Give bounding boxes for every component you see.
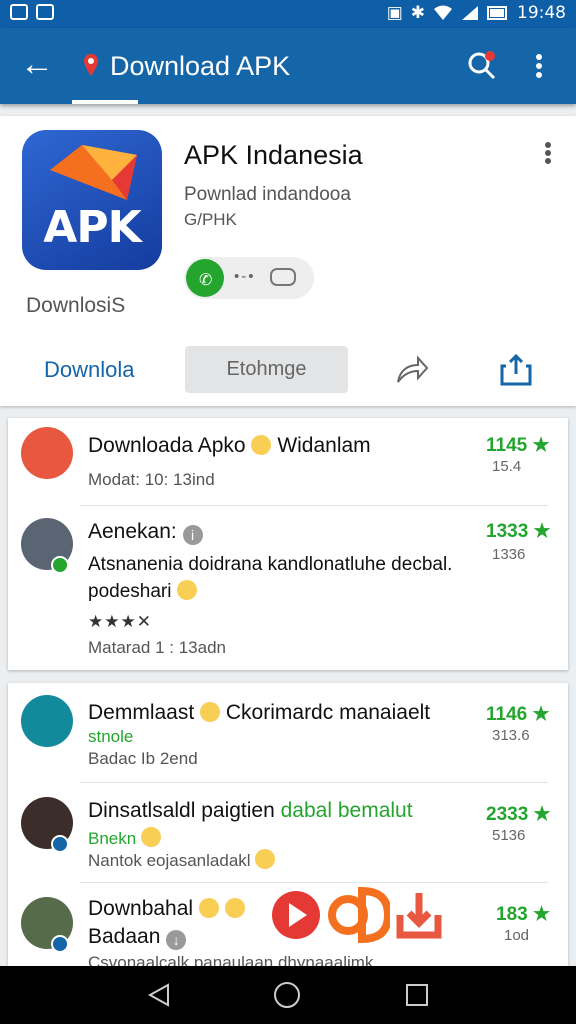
feed-card: Downloada Apko Widanlam Modat: 10: 13ind… [8, 418, 568, 670]
feed-card: Demmlaast Ckorimardc manaiaelt stnole Ba… [8, 683, 568, 973]
item-title: Dinsatlsaldl paigtien dabal bemalut [88, 799, 413, 822]
item-meta: Badac Ib 2end [88, 749, 198, 768]
toggle-label: •-• [234, 268, 256, 285]
kite-graphic [50, 145, 137, 200]
smile-emoji-icon [255, 849, 276, 869]
card-menu-icon[interactable] [542, 140, 554, 166]
item-subtitle: Badaan ↓ [88, 925, 187, 950]
nav-recents-icon[interactable] [406, 984, 428, 1006]
nav-home-icon[interactable] [274, 982, 300, 1008]
message-chip-icon [270, 268, 296, 286]
item-tag: stnole [88, 727, 134, 746]
search-icon[interactable] [466, 50, 498, 82]
item-count-sub: 5136 [492, 827, 526, 844]
smile-emoji-icon [251, 435, 272, 455]
online-badge-icon [51, 556, 69, 574]
item-count: 1333 ★ [486, 521, 551, 542]
smile-emoji-icon [198, 898, 219, 918]
logo-caption: DownlosiS [26, 294, 126, 317]
item-count: 1145 ★ [486, 435, 550, 456]
item-text: Atsnanenia doidrana kandlonatluhe decbal… [88, 554, 453, 575]
smile-emoji-icon [176, 580, 197, 600]
orange-logo-icon [328, 887, 390, 943]
list-item[interactable]: Dinsatlsaldl paigtien dabal bemalut Bnek… [8, 783, 568, 883]
photo-notification-icon [36, 4, 54, 20]
download-button[interactable]: Downlola [44, 357, 135, 383]
item-title: Demmlaast Ckorimardc manaiaelt [88, 701, 431, 724]
item-title: Downloada Apko Widanlam [88, 434, 371, 457]
item-meta: Matarad 1 : 13adn [88, 638, 226, 657]
app-subtitle: Pownlad indandooa [184, 184, 351, 205]
logo-text: APK [43, 202, 141, 253]
bluetooth-icon: ✱ [410, 3, 425, 23]
item-meta: Modat: 10: 13ind [88, 470, 215, 489]
item-tag: Bnekn [88, 827, 161, 849]
share-upload-icon[interactable] [498, 352, 534, 388]
hand-emoji-icon [140, 827, 161, 847]
secondary-button[interactable]: Etohmge [185, 346, 348, 393]
item-count: 2333 ★ [486, 804, 551, 825]
item-count: 183 ★ [496, 904, 551, 925]
verified-badge-icon [51, 935, 69, 953]
smile-emoji-icon [224, 898, 245, 918]
avatar [21, 695, 73, 747]
active-tab-indicator [72, 100, 138, 104]
battery-icon [487, 6, 507, 20]
back-arrow-icon[interactable]: ← [20, 44, 54, 84]
phone-icon: ✆ [186, 259, 224, 297]
verified-badge-icon [51, 835, 69, 853]
item-count-sub: 1od [504, 927, 530, 944]
system-nav-bar [0, 966, 576, 1024]
app-package: G/PHK [184, 210, 237, 229]
call-toggle[interactable]: ✆ •-• [184, 257, 314, 299]
list-item[interactable]: Demmlaast Ckorimardc manaiaelt stnole Ba… [8, 683, 568, 783]
share-arrow-icon[interactable] [394, 352, 430, 388]
item-title: Downbahal [88, 897, 245, 921]
signal-icon [462, 6, 478, 20]
rating-stars: ★★★✕ [88, 612, 152, 631]
image-notification-icon [10, 4, 28, 20]
item-count: 1146 ★ [486, 704, 550, 725]
item-count-sub: 313.6 [492, 727, 530, 744]
avatar [21, 427, 73, 479]
item-meta: Nantok eojasanladakl [88, 849, 276, 871]
item-title: Aenekan: i [88, 520, 203, 545]
overflow-menu-icon[interactable] [532, 50, 544, 82]
nav-back-icon[interactable] [146, 982, 172, 1008]
download-tray-icon [396, 893, 442, 939]
clock: 19:48 [517, 3, 566, 23]
nfc-icon: ▣ [386, 3, 403, 23]
apk-logo: APK [22, 130, 162, 270]
download-circle-icon: ↓ [166, 930, 187, 950]
app-bar: ← Download APK [0, 28, 576, 104]
laugh-emoji-icon [200, 702, 221, 722]
status-bar: ▣ ✱ 19:48 [0, 0, 576, 28]
app-bar-title: Download APK [110, 51, 291, 81]
wifi-icon [434, 5, 452, 20]
list-item[interactable]: Downloada Apko Widanlam Modat: 10: 13ind… [8, 418, 568, 506]
info-icon: i [182, 525, 203, 545]
app-name: APK Indanesia [184, 140, 363, 170]
item-count-sub: 15.4 [492, 458, 522, 475]
play-badge-icon [272, 891, 320, 939]
list-item[interactable]: Downbahal Badaan ↓ Csvonaalcalk panaulaa… [8, 883, 568, 973]
list-item[interactable]: Aenekan: i Atsnanenia doidrana kandlonat… [8, 506, 568, 670]
item-count-sub: 1336 [492, 546, 526, 563]
item-text: podeshari [88, 580, 197, 603]
location-pin-icon [84, 54, 98, 76]
